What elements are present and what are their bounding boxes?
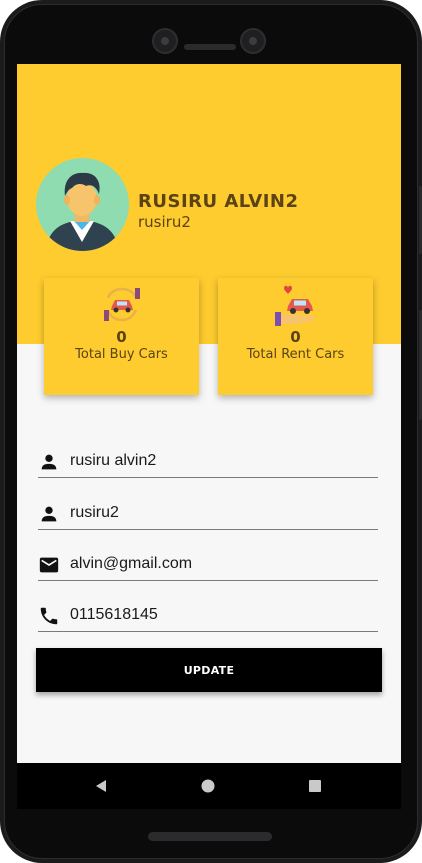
bottom-speaker xyxy=(148,832,272,841)
update-button[interactable]: UPDATE xyxy=(36,648,382,692)
earpiece-speaker xyxy=(184,44,236,50)
back-icon xyxy=(96,780,106,792)
total-rent-cars-count: 0 xyxy=(290,328,301,346)
total-buy-cars-card[interactable]: 0 Total Buy Cars xyxy=(44,278,199,395)
total-rent-cars-card[interactable]: 0 Total Rent Cars xyxy=(218,278,373,395)
email-field xyxy=(38,550,378,581)
app-screen: RUSIRU ALVIN2 rusiru2 0 Total Buy Cars 0… xyxy=(17,64,401,763)
total-rent-cars-label: Total Rent Cars xyxy=(246,347,345,362)
user-avatar-icon xyxy=(46,172,119,251)
phone-input[interactable] xyxy=(70,602,370,628)
mail-icon xyxy=(38,554,60,576)
total-buy-cars-label: Total Buy Cars xyxy=(75,347,168,362)
nav-back-button[interactable] xyxy=(71,763,131,809)
profile-full-name: RUSIRU ALVIN2 xyxy=(138,191,299,212)
full-name-field xyxy=(38,447,378,478)
avatar xyxy=(36,158,129,251)
recents-icon xyxy=(309,780,321,792)
person-icon xyxy=(38,451,60,473)
phone-icon xyxy=(38,605,60,627)
home-icon xyxy=(201,779,215,793)
system-navigation-bar xyxy=(17,763,401,809)
full-name-input[interactable] xyxy=(70,448,370,474)
username-field xyxy=(38,499,378,530)
email-input[interactable] xyxy=(70,551,370,577)
front-camera-right xyxy=(240,28,266,54)
rent-car-icon xyxy=(274,284,318,332)
profile-username: rusiru2 xyxy=(138,213,191,231)
nav-home-button[interactable] xyxy=(178,763,238,809)
phone-field xyxy=(38,601,378,632)
total-buy-cars-count: 0 xyxy=(116,328,127,346)
phone-frame: RUSIRU ALVIN2 rusiru2 0 Total Buy Cars 0… xyxy=(0,0,422,863)
buy-car-icon xyxy=(102,284,142,328)
nav-recents-button[interactable] xyxy=(285,763,345,809)
front-camera-left xyxy=(152,28,178,54)
person-icon xyxy=(38,503,60,525)
username-input[interactable] xyxy=(70,500,370,526)
